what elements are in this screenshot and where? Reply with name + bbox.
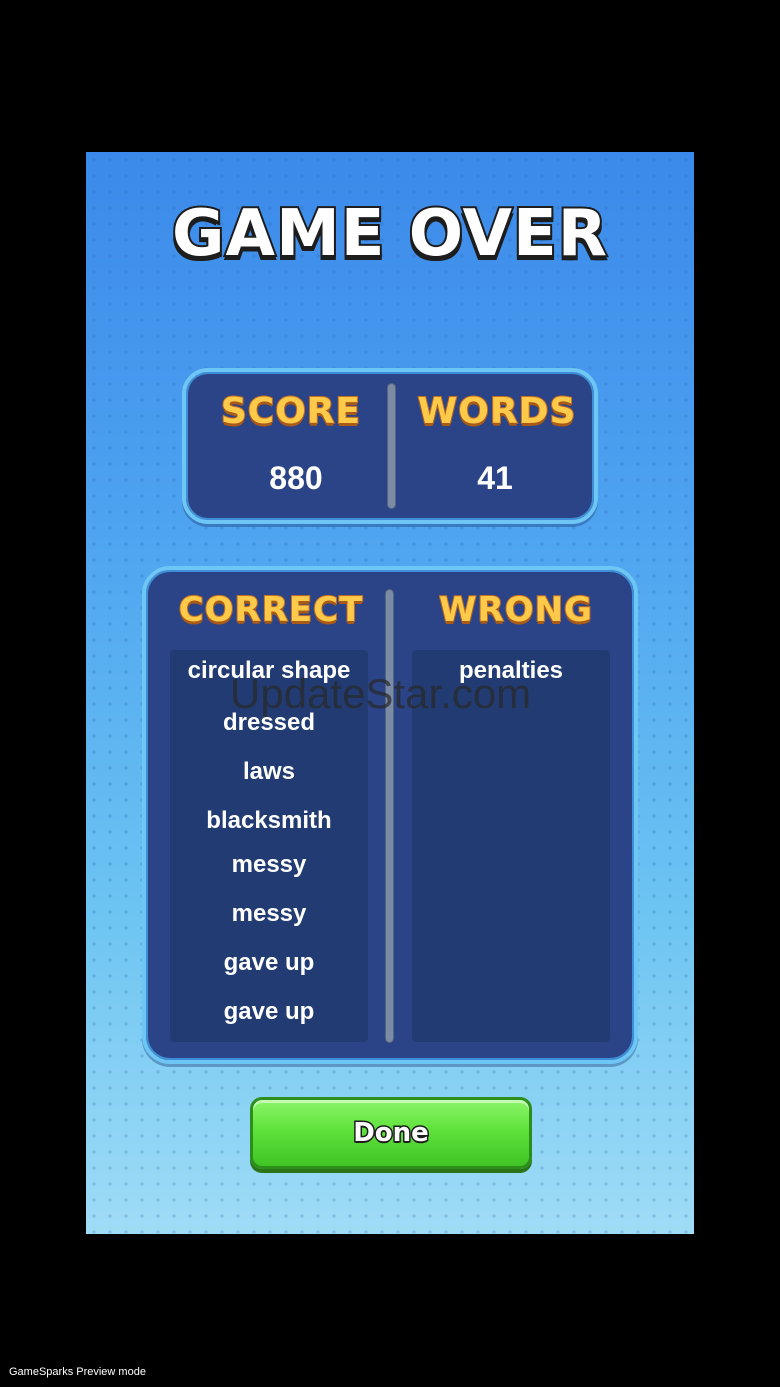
list-item: laws — [242, 758, 296, 785]
list-item: gave up — [223, 949, 315, 976]
score-label: SCORE — [220, 390, 362, 433]
correct-label: CORRECT — [178, 589, 364, 631]
list-item: messy — [231, 851, 307, 878]
list-item: gave up — [223, 998, 315, 1025]
lists-divider — [386, 590, 393, 1042]
game-over-title: GAME OVER — [170, 195, 609, 273]
viewport: GAME OVER SCORE 880 WORDS 41 CORRECT WRO… — [0, 0, 780, 1387]
stats-divider — [388, 384, 395, 508]
stats-panel: SCORE 880 WORDS 41 — [182, 368, 598, 524]
list-item: blacksmith — [206, 807, 332, 834]
words-value: 41 — [477, 460, 513, 496]
words-label: WORDS — [417, 390, 577, 433]
word-lists-panel: CORRECT WRONG circular shape dressed law… — [142, 566, 638, 1064]
done-button-label: Done — [352, 1117, 431, 1150]
score-value: 880 — [269, 460, 323, 496]
done-button[interactable]: Done — [250, 1097, 532, 1169]
wrong-label: WRONG — [438, 589, 593, 631]
list-item: messy — [231, 900, 307, 927]
watermark-text: UpdateStar.com — [230, 670, 532, 717]
preview-mode-note: GameSparks Preview mode — [9, 1366, 146, 1378]
